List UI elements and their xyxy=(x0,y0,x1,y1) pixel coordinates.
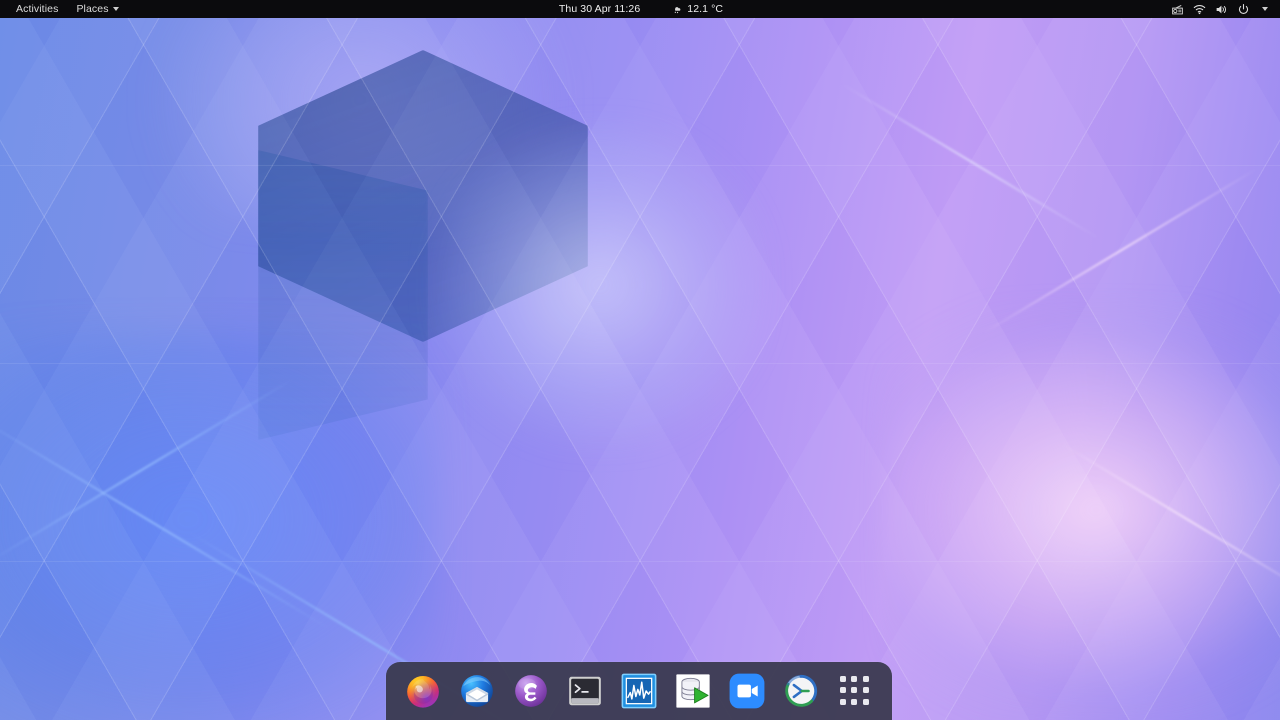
top-bar: Activities Places Thu 30 Apr 11:26 xyxy=(0,0,1280,18)
dock-item-emacs[interactable] xyxy=(504,662,558,720)
places-label: Places xyxy=(76,0,108,18)
clock-label: Thu 30 Apr 11:26 xyxy=(559,0,640,18)
thunderbird-icon xyxy=(458,672,496,710)
wallpaper-triangle-grid xyxy=(0,0,1280,720)
dock-item-show-applications[interactable] xyxy=(828,662,882,720)
desktop: Activities Places Thu 30 Apr 11:26 xyxy=(0,0,1280,720)
emacs-icon xyxy=(512,672,550,710)
dock xyxy=(386,662,892,720)
firefox-icon xyxy=(404,672,442,710)
chevron-down-icon xyxy=(113,7,119,11)
radio-icon[interactable] xyxy=(1166,0,1188,18)
dock-item-firefox[interactable] xyxy=(396,662,450,720)
dock-item-x2go-client[interactable] xyxy=(774,662,828,720)
activities-label: Activities xyxy=(16,0,58,18)
top-bar-left: Activities Places xyxy=(0,0,128,18)
volume-icon[interactable] xyxy=(1210,0,1232,18)
top-bar-status-area xyxy=(1166,0,1276,18)
dock-item-system-monitor[interactable] xyxy=(612,662,666,720)
system-menu-chevron-down-icon[interactable] xyxy=(1254,0,1276,18)
weather-showers-icon xyxy=(672,4,683,15)
dock-item-zoom-meetings[interactable] xyxy=(720,662,774,720)
zoom-video-icon xyxy=(728,672,766,710)
clock-button[interactable]: Thu 30 Apr 11:26 xyxy=(551,0,648,18)
terminal-icon xyxy=(566,672,604,710)
dock-item-database-query[interactable] xyxy=(666,662,720,720)
dock-item-terminal[interactable] xyxy=(558,662,612,720)
database-query-icon xyxy=(674,672,712,710)
weather-indicator[interactable]: 12.1 °C xyxy=(666,0,729,18)
dock-item-thunderbird[interactable] xyxy=(450,662,504,720)
weather-temperature-label: 12.1 °C xyxy=(687,0,723,18)
x2go-client-icon xyxy=(782,672,820,710)
top-bar-center: Thu 30 Apr 11:26 12.1 °C xyxy=(0,0,1280,18)
power-icon[interactable] xyxy=(1232,0,1254,18)
system-monitor-icon xyxy=(620,672,658,710)
activities-button[interactable]: Activities xyxy=(7,0,67,18)
desktop-wallpaper xyxy=(0,0,1280,720)
places-menu-button[interactable]: Places xyxy=(67,0,127,18)
wifi-icon[interactable] xyxy=(1188,0,1210,18)
show-applications-grid-icon xyxy=(840,676,870,706)
